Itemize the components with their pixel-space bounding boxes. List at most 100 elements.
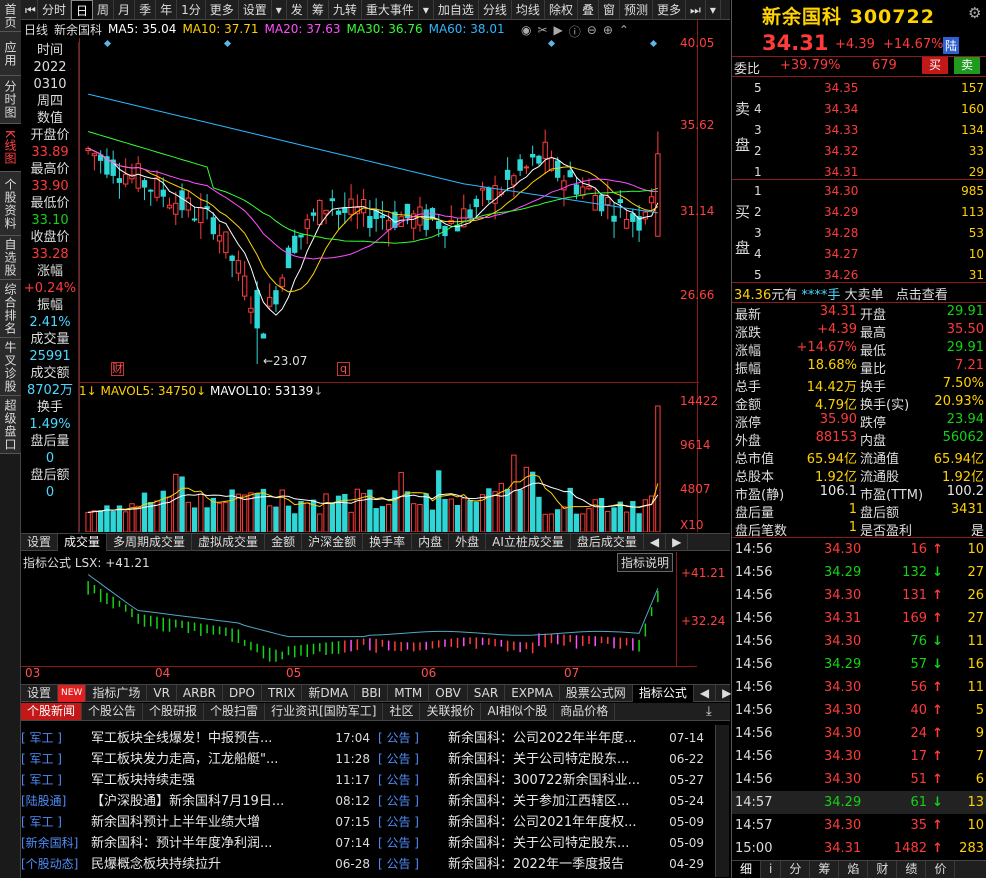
volume-tab-0[interactable]: 设置 xyxy=(21,533,59,551)
news-tab-0[interactable]: 个股新闻 xyxy=(21,703,83,720)
volume-tab-8[interactable]: 外盘 xyxy=(449,533,487,551)
indicator-tab-9[interactable]: MTM xyxy=(388,684,430,702)
scroll-right-icon[interactable]: ▶ xyxy=(666,533,689,551)
book-row[interactable]: 2 34.29 113 xyxy=(732,200,986,223)
book-row[interactable]: 3 34.28 53 xyxy=(732,221,986,244)
quarter-marker[interactable]: q xyxy=(337,362,350,376)
tick-row[interactable]: 15:00 34.31 1482 ↑ 283 xyxy=(732,837,986,860)
toolbar-item-13[interactable]: 加自选 xyxy=(434,0,479,20)
scroll-left-icon[interactable]: ◀ xyxy=(644,533,667,551)
news-item[interactable]: [ 军工 ] 军工板块全线爆发！中报预告... 17:04 xyxy=(21,728,376,749)
indicator-tab-0[interactable]: 设置 xyxy=(21,684,59,702)
event-marker[interactable] xyxy=(103,39,112,48)
tick-row[interactable]: 14:56 34.31 169 ↑ 27 xyxy=(732,607,986,630)
panel-tab-3[interactable]: 筹 xyxy=(810,861,840,878)
news-item[interactable]: [ 公告 ] 新余国科：300722新余国科业... 05-27 xyxy=(378,770,710,791)
financial-report-marker[interactable]: 财 xyxy=(111,362,124,376)
indicator-tab-3[interactable]: VR xyxy=(147,684,177,702)
event-marker[interactable] xyxy=(223,39,232,48)
book-row[interactable]: 3 34.33 134 xyxy=(732,118,986,141)
sidebar-item-5[interactable]: 自选股 xyxy=(0,236,21,280)
indicator-tab-7[interactable]: 新DMA xyxy=(302,684,356,702)
toolbar-item-11[interactable]: 九转 xyxy=(329,0,362,20)
panel-tab-7[interactable]: 价 xyxy=(926,861,956,878)
news-tab-4[interactable]: 行业资讯[国防军工] xyxy=(265,703,384,720)
sidebar-item-1[interactable]: 应用 xyxy=(0,32,21,76)
lsx-indicator-chart[interactable] xyxy=(21,568,697,666)
candlestick-chart[interactable] xyxy=(79,38,697,384)
news-scrollbar[interactable] xyxy=(715,725,729,877)
download-icon[interactable]: ⤓ xyxy=(706,704,712,719)
panel-tab-1[interactable]: i xyxy=(761,861,782,878)
panel-tab-2[interactable]: 分 xyxy=(781,861,811,878)
tick-row[interactable]: 14:56 34.29 132 ↓ 27 xyxy=(732,561,986,584)
toolbar-item-1[interactable]: 日 xyxy=(71,0,94,20)
toolbar-item-4[interactable]: 季 xyxy=(135,0,157,20)
indicator-tab-13[interactable]: 股票公式网 xyxy=(560,684,633,702)
ad-link[interactable]: 点击查看 xyxy=(896,288,948,303)
book-row[interactable]: 4 34.34 160 xyxy=(732,97,986,120)
big-order-ad[interactable]: 34.36元有 ****手 大卖单 点击查看 xyxy=(734,284,948,303)
volume-tab-6[interactable]: 换手率 xyxy=(363,533,413,551)
news-tab-5[interactable]: 社区 xyxy=(383,703,421,720)
first-page-button[interactable]: ⏮ xyxy=(21,0,38,20)
buy-button[interactable]: 买 xyxy=(922,57,948,74)
tick-row[interactable]: 14:56 34.30 17 ↑ 7 xyxy=(732,745,986,768)
toolbar-item-3[interactable]: 月 xyxy=(114,0,136,20)
book-row[interactable]: 2 34.32 33 xyxy=(732,139,986,162)
sidebar-item-4[interactable]: 个股资料 xyxy=(0,172,21,236)
news-item[interactable]: [个股动态] 民爆概念板块持续拉升 06-28 xyxy=(21,854,376,875)
dropdown-icon[interactable]: ▾ xyxy=(419,0,434,20)
book-row[interactable]: 5 34.35 157 xyxy=(732,76,986,99)
tick-row[interactable]: 14:56 34.30 24 ↑ 9 xyxy=(732,722,986,745)
sidebar-item-2[interactable]: 分时图 xyxy=(0,76,21,124)
panel-tab-4[interactable]: 焰 xyxy=(839,861,869,878)
news-item[interactable]: [ 公告 ] 新余国科：公司2022年半年度... 07-14 xyxy=(378,728,710,749)
scroll-left-icon[interactable]: ◀ xyxy=(694,684,717,702)
news-tab-3[interactable]: 个股扫雷 xyxy=(204,703,266,720)
indicator-tab-10[interactable]: OBV xyxy=(429,684,468,702)
volume-tab-5[interactable]: 沪深金额 xyxy=(302,533,364,551)
indicator-tab-5[interactable]: DPO xyxy=(223,684,262,702)
news-item[interactable]: [ 军工 ] 军工板块持续走强 11:17 xyxy=(21,770,376,791)
news-item[interactable]: [ 军工 ] 新余国科预计上半年业绩大增 07:15 xyxy=(21,812,376,833)
panel-tab-0[interactable]: 细 xyxy=(732,861,762,878)
news-tab-1[interactable]: 个股公告 xyxy=(82,703,144,720)
tick-row[interactable]: 14:57 34.29 61 ↓ 13 xyxy=(732,791,986,814)
volume-tab-7[interactable]: 内盘 xyxy=(412,533,450,551)
volume-tab-4[interactable]: 金额 xyxy=(265,533,303,551)
indicator-tab-1[interactable]: NEW xyxy=(58,684,87,702)
volume-tab-1[interactable]: 成交量 xyxy=(58,533,108,551)
tick-row[interactable]: 14:56 34.29 57 ↓ 16 xyxy=(732,653,986,676)
dropdown-icon[interactable]: ▾ xyxy=(272,0,287,20)
tick-row[interactable]: 14:56 34.30 16 ↑ 10 xyxy=(732,538,986,561)
event-marker[interactable] xyxy=(547,39,556,48)
news-item[interactable]: [ 军工 ] 军工板块发力走高，江龙船艇"... 11:28 xyxy=(21,749,376,770)
tick-row[interactable]: 14:56 34.30 51 ↑ 6 xyxy=(732,768,986,791)
toolbar-item-5[interactable]: 年 xyxy=(156,0,178,20)
toolbar-item-7[interactable]: 更多 xyxy=(206,0,239,20)
sell-button[interactable]: 卖 xyxy=(954,57,980,74)
gear-icon[interactable]: ⚙ xyxy=(968,4,981,22)
toolbar-item-2[interactable]: 周 xyxy=(93,0,115,20)
toolbar-item-6[interactable]: 1分 xyxy=(177,0,206,20)
news-item[interactable]: [ 公告 ] 新余国科：关于公司特定股东... 06-22 xyxy=(378,749,710,770)
toolbar-item-9[interactable]: 发 xyxy=(287,0,308,20)
dropdown-icon[interactable]: ▾ xyxy=(706,0,721,20)
sidebar-item-3[interactable]: K线图 xyxy=(0,124,21,172)
toolbar-item-19[interactable]: 预测 xyxy=(620,0,653,20)
volume-tab-3[interactable]: 虚拟成交量 xyxy=(192,533,266,551)
event-marker[interactable] xyxy=(649,39,658,48)
panel-tab-5[interactable]: 财 xyxy=(868,861,898,878)
toolbar-item-15[interactable]: 均线 xyxy=(512,0,545,20)
next-page-button[interactable]: ⏭ xyxy=(686,0,706,20)
indicator-tab-6[interactable]: TRIX xyxy=(262,684,303,702)
news-item[interactable]: [ 公告 ] 新余国科：公司2021年年度权... 05-09 xyxy=(378,812,710,833)
book-row[interactable]: 1 34.30 985 xyxy=(732,179,986,202)
news-tab-2[interactable]: 个股研报 xyxy=(143,703,205,720)
news-tab-6[interactable]: 关联报价 xyxy=(420,703,482,720)
toolbar-item-14[interactable]: 分线 xyxy=(479,0,512,20)
sidebar-item-8[interactable]: 超级盘口 xyxy=(0,396,21,454)
sidebar-item-0[interactable]: 首页 xyxy=(0,0,21,32)
tick-row[interactable]: 14:56 34.30 40 ↑ 5 xyxy=(732,699,986,722)
